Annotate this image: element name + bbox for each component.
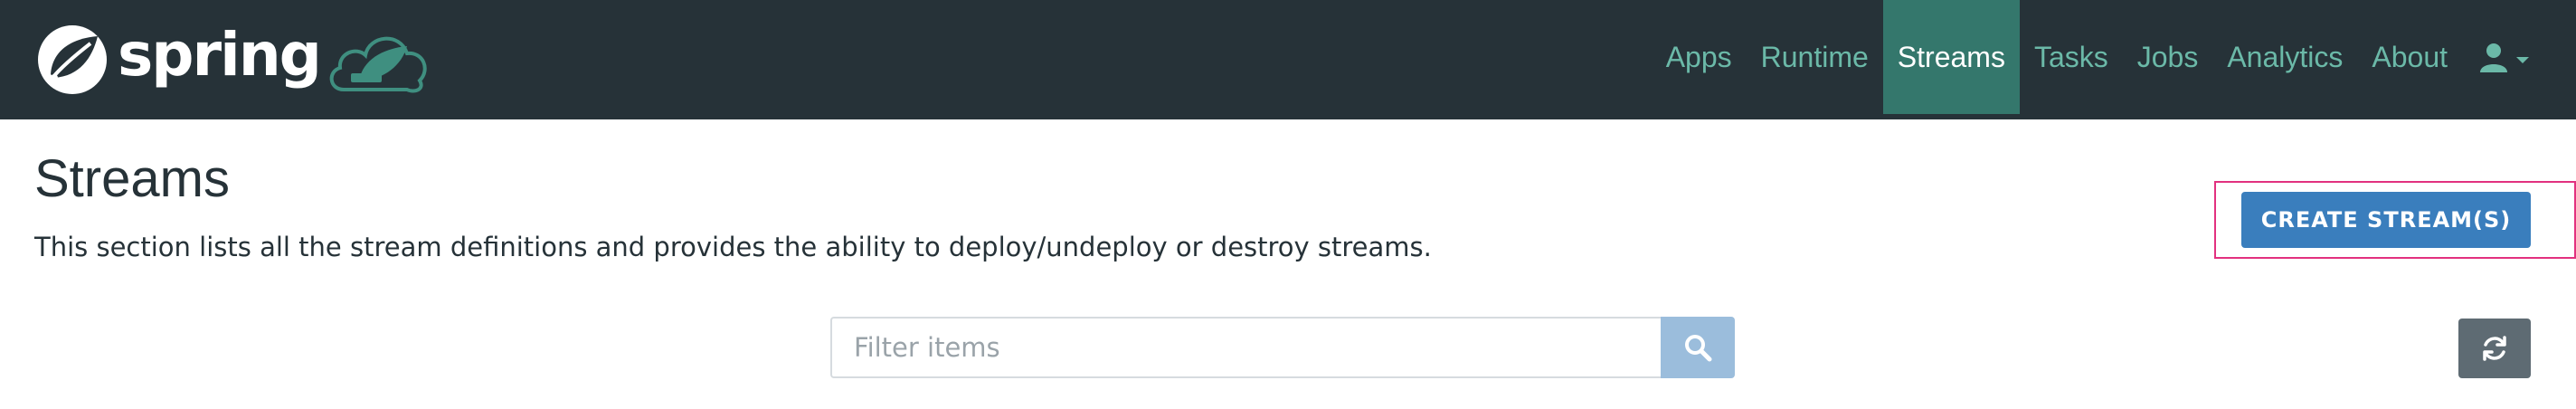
nav-item-jobs[interactable]: Jobs <box>2123 0 2213 114</box>
refresh-icon <box>2483 336 2506 361</box>
page-title: Streams <box>34 149 230 208</box>
page-description: This section lists all the stream defini… <box>34 232 1432 262</box>
spring-leaf-icon <box>38 25 107 94</box>
search-icon <box>1685 335 1712 362</box>
nav-item-runtime[interactable]: Runtime <box>1747 0 1883 114</box>
filter-input[interactable] <box>830 317 1661 378</box>
top-navbar: spring Apps Runtime Streams Tasks Jobs A… <box>0 0 2576 119</box>
nav-item-streams[interactable]: Streams <box>1882 0 2020 114</box>
create-stream-button[interactable]: CREATE STREAM(S) <box>2241 192 2531 248</box>
user-menu[interactable] <box>2462 0 2576 114</box>
dataflow-cloud-icon <box>329 36 427 93</box>
search-button[interactable] <box>1661 317 1735 378</box>
nav-item-about[interactable]: About <box>2357 0 2462 114</box>
chevron-down-icon <box>2516 56 2529 63</box>
brand-logo[interactable]: spring <box>34 18 432 101</box>
brand-name: spring <box>118 20 322 90</box>
filter-group <box>830 317 1735 378</box>
user-icon <box>2480 43 2507 72</box>
nav-item-apps[interactable]: Apps <box>1652 0 1747 114</box>
main-nav: Apps Runtime Streams Tasks Jobs Analytic… <box>1652 0 2576 114</box>
nav-item-tasks[interactable]: Tasks <box>2020 0 2123 114</box>
refresh-button[interactable] <box>2458 319 2531 378</box>
nav-item-analytics[interactable]: Analytics <box>2212 0 2357 114</box>
